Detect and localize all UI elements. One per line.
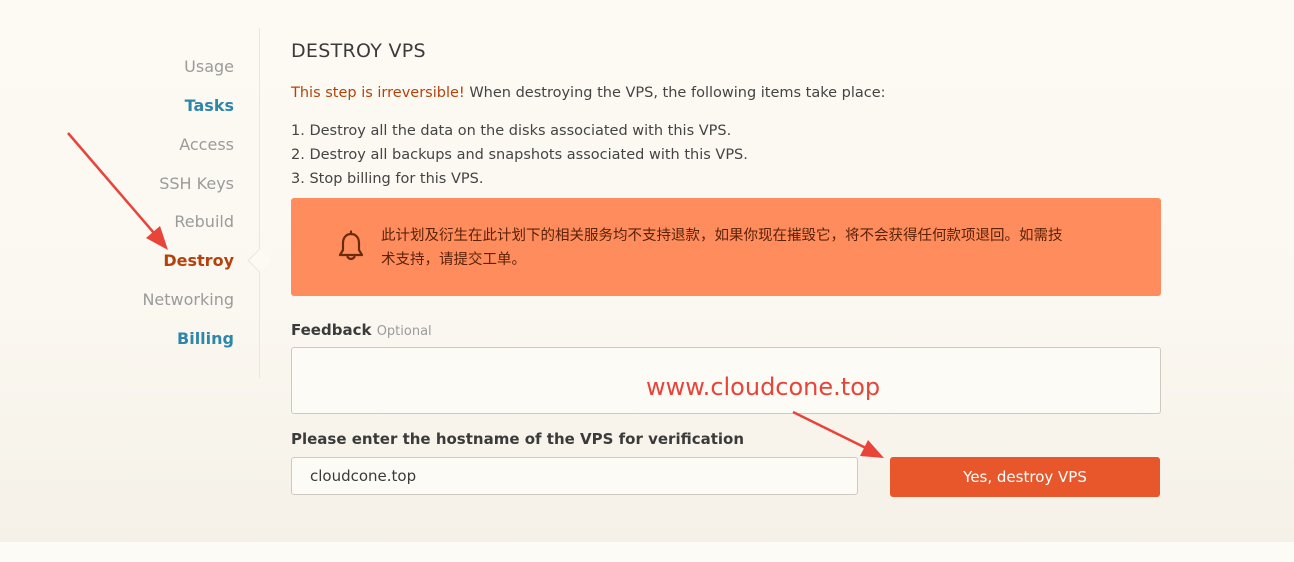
sidebar-item-access[interactable]: Access [179,135,234,154]
bell-icon [338,230,364,261]
sidebar-item-ssh-keys[interactable]: SSH Keys [159,174,234,193]
feedback-label-text: Feedback [291,321,372,339]
destroy-vps-button[interactable]: Yes, destroy VPS [890,457,1160,497]
sidebar-item-usage[interactable]: Usage [184,57,234,76]
list-item: 1. Destroy all the data on the disks ass… [291,123,732,139]
sidebar: Usage Tasks Access SSH Keys Rebuild Dest… [0,0,260,380]
list-item: 3. Stop billing for this VPS. [291,171,484,187]
sidebar-item-billing[interactable]: Billing [177,329,234,348]
sidebar-divider [259,28,260,378]
watermark-text: www.cloudcone.top [646,373,881,401]
sidebar-item-tasks[interactable]: Tasks [185,96,234,115]
arrow-to-button-icon [792,410,884,458]
sidebar-item-destroy[interactable]: Destroy [163,251,234,270]
hostname-label: Please enter the hostname of the VPS for… [291,430,745,448]
intro-description: When destroying the VPS, the following i… [464,85,886,101]
consequence-list: 1. Destroy all the data on the disks ass… [291,119,748,191]
page-panel: Usage Tasks Access SSH Keys Rebuild Dest… [0,0,1294,542]
alert-message: 此计划及衍生在此计划下的相关服务均不支持退款，如果你现在摧毁它，将不会获得任何款… [381,228,1063,268]
sidebar-item-rebuild[interactable]: Rebuild [174,212,234,231]
list-item: 2. Destroy all backups and snapshots ass… [291,147,748,163]
optional-tag: Optional [376,324,432,339]
sidebar-item-networking[interactable]: Networking [142,290,234,309]
intro-text: This step is irreversible! When destroyi… [291,85,886,101]
page-title: DESTROY VPS [291,40,426,62]
hostname-input[interactable]: cloudcone.top [291,457,858,495]
irreversible-warning: This step is irreversible! [291,85,465,101]
feedback-label: Feedback Optional [291,321,432,339]
refund-alert: 此计划及衍生在此计划下的相关服务均不支持退款，如果你现在摧毁它，将不会获得任何款… [291,198,1161,296]
